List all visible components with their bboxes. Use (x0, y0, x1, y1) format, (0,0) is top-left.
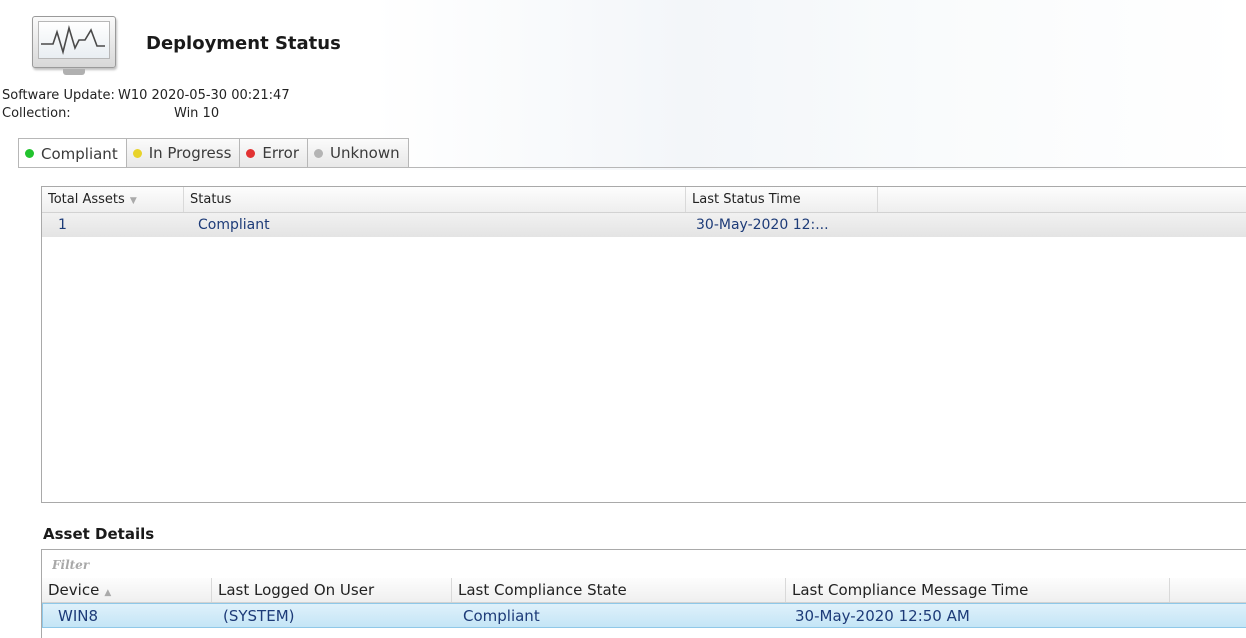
table-row[interactable]: WIN8 (SYSTEM) Compliant 30-May-2020 12:5… (42, 603, 1246, 628)
software-update-value: W10 2020-05-30 00:21:47 (118, 88, 290, 103)
column-header-last-compliance-message-time[interactable]: Last Compliance Message Time (786, 578, 1170, 602)
column-header-device-label: Device (48, 581, 100, 599)
column-header-last-compliance-state[interactable]: Last Compliance State (452, 578, 786, 602)
summary-grid-header: Total Assets ▼ Status Last Status Time (42, 187, 1246, 213)
column-header-last-logged-on-user-label: Last Logged On User (218, 581, 375, 599)
summary-grid: Total Assets ▼ Status Last Status Time 1 … (41, 186, 1246, 503)
filter-input[interactable] (50, 554, 454, 576)
tab-error-label: Error (262, 144, 299, 162)
column-header-last-status-time[interactable]: Last Status Time (686, 187, 878, 212)
unknown-status-dot-icon (313, 148, 323, 158)
tab-in-progress-label: In Progress (148, 144, 232, 162)
tab-compliant-label: Compliant (41, 144, 118, 163)
column-header-device[interactable]: Device ▲ (42, 578, 212, 602)
error-status-dot-icon (246, 148, 256, 158)
column-header-status[interactable]: Status (184, 187, 686, 212)
sort-ascending-icon: ▲ (104, 588, 112, 598)
sort-descending-icon: ▼ (129, 196, 137, 206)
column-header-total-assets[interactable]: Total Assets ▼ (42, 187, 184, 212)
collection-label: Collection: (2, 106, 71, 121)
in-progress-status-dot-icon (132, 148, 142, 158)
column-header-last-compliance-state-label: Last Compliance State (458, 581, 627, 599)
asset-details-title: Asset Details (43, 525, 155, 543)
software-update-label: Software Update: (2, 88, 115, 103)
cell-status: Compliant (198, 217, 270, 233)
column-header-status-label: Status (190, 192, 232, 207)
tab-unknown[interactable]: Unknown (306, 138, 409, 167)
table-row[interactable]: 1 Compliant 30-May-2020 12:... (42, 213, 1246, 237)
column-header-total-assets-label: Total Assets (48, 192, 125, 207)
asset-details-header: Device ▲ Last Logged On User Last Complia… (42, 578, 1246, 603)
page-title: Deployment Status (146, 33, 341, 54)
monitor-heartbeat-icon (32, 16, 116, 75)
cell-last-compliance-state: Compliant (463, 607, 540, 625)
tab-compliant[interactable]: Compliant (18, 138, 127, 168)
tab-error[interactable]: Error (239, 138, 308, 167)
filter-bar (42, 550, 1246, 579)
cell-last-status-time: 30-May-2020 12:... (696, 217, 829, 233)
column-header-last-status-time-label: Last Status Time (692, 192, 801, 207)
cell-device: WIN8 (58, 607, 99, 625)
column-header-last-logged-on-user[interactable]: Last Logged On User (212, 578, 452, 602)
compliant-status-dot-icon (25, 149, 34, 158)
tab-divider (18, 167, 1246, 168)
cell-last-logged-on-user: (SYSTEM) (223, 607, 295, 625)
cell-last-compliance-message-time: 30-May-2020 12:50 AM (795, 607, 970, 625)
tab-unknown-label: Unknown (329, 144, 400, 162)
tab-in-progress[interactable]: In Progress (125, 138, 241, 167)
collection-value: Win 10 (174, 106, 220, 121)
cell-total-assets: 1 (58, 217, 67, 233)
status-tabs: Compliant In Progress Error Unknown (18, 138, 409, 168)
asset-details-grid: Device ▲ Last Logged On User Last Complia… (41, 549, 1246, 638)
column-header-last-compliance-message-time-label: Last Compliance Message Time (792, 581, 1029, 599)
